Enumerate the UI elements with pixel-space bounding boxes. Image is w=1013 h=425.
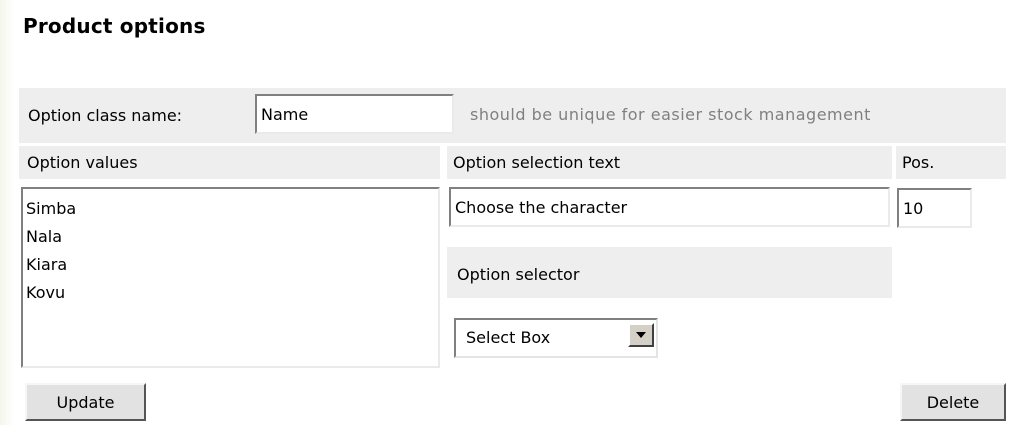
option-selector-label: Option selector	[457, 265, 580, 284]
decorative-left-edge	[0, 0, 14, 425]
option-selector-value: Select Box	[466, 328, 551, 347]
option-class-label: Option class name:	[28, 106, 183, 125]
list-item: Kovu	[26, 283, 66, 302]
option-class-hint: should be unique for easier stock manage…	[470, 105, 871, 124]
option-values-textarea[interactable]: Simba Nala Kiara Kovu	[21, 187, 440, 368]
list-item: Simba	[26, 199, 77, 218]
list-item: Kiara	[26, 255, 68, 274]
page-title: Product options	[23, 14, 206, 38]
option-selector-select[interactable]: Select Box	[454, 318, 658, 358]
list-item: Nala	[26, 227, 63, 246]
position-header-label: Pos.	[902, 153, 935, 172]
delete-button[interactable]: Delete	[900, 383, 1006, 421]
option-selection-text-input[interactable]	[449, 187, 890, 227]
position-input[interactable]	[897, 188, 972, 228]
option-class-name-input[interactable]	[255, 94, 454, 134]
option-values-header-label: Option values	[27, 153, 138, 172]
update-button[interactable]: Update	[25, 383, 146, 421]
chevron-down-icon[interactable]	[628, 323, 654, 347]
option-selection-text-header-label: Option selection text	[453, 153, 621, 172]
